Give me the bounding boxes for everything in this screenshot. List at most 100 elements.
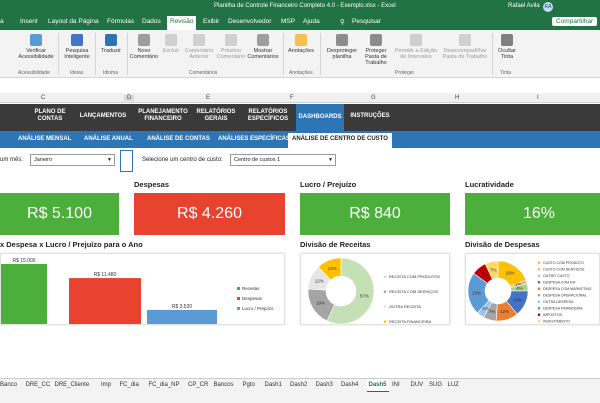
nav-lancamentos[interactable]: LANÇAMENTOS [78,113,128,120]
share-button[interactable]: Compartilhar [552,17,598,26]
unshare-icon [459,34,471,46]
sheet-tab-duv[interactable]: DUV [411,382,424,388]
tab-analises-especificas[interactable]: ANÁLISES ESPECÍFICAS [218,136,290,142]
workbook-lock-icon [370,34,382,46]
sheet-tab-dash3[interactable]: Dash3 [316,382,333,388]
sheet-tab-dash5[interactable]: Dash5 [366,379,389,393]
sheet-tab-bancos[interactable]: Bancos [214,382,234,388]
menu-item-msp[interactable]: MSP [281,18,295,25]
show-comments-button[interactable]: Mostrar Comentários [246,31,280,60]
unshare-workbook-button[interactable]: Desecompartilhar Pasta de Trabalho [440,31,490,60]
delete-comment-button[interactable]: Excluir [159,31,183,54]
legend-marker-2 [383,305,387,308]
selected-cell[interactable] [120,150,133,172]
column-header[interactable]: C [41,95,45,101]
protect-workbook-button[interactable]: Proteger Pasta de Trabalho [358,31,394,66]
sheet-tab-luz[interactable]: LUZ [448,382,459,388]
translate-button[interactable]: Traduzir [97,31,125,54]
nav-relatorios-gerais[interactable]: RELATÓRIOS GERAIS [196,109,236,123]
menu-item-ajuda[interactable]: Ajuda [303,18,320,25]
nav-planejamento[interactable]: PLANEJAMENTO FINANCEIRO [136,109,190,123]
group-label-anotacoes: Anotações [289,70,313,76]
column-header[interactable]: F [290,95,294,101]
sheet-tab-dre-cliente[interactable]: DRE_Cliente [55,382,90,388]
tab-analise-centro-custo[interactable]: ANÁLISE DE CENTRO DE CUSTO [288,133,392,148]
allow-edit-ranges-button[interactable]: Permitir a Edição de Intervalos [394,31,438,60]
notes-button[interactable]: Anotações [286,31,316,54]
tab-analise-contas[interactable]: ANÁLISE DE CONTAS [147,136,210,142]
hide-ink-button[interactable]: Ocultar Tinta [494,31,520,60]
next-comment-button[interactable]: Próximo Comentário [215,31,247,60]
chevron-down-icon: ▼ [107,157,112,163]
sheet-tab-dre-cc[interactable]: DRE_CC [26,382,51,388]
search-box[interactable]: Pesquisar [352,18,381,25]
avatar[interactable]: RA [543,2,553,12]
legend-marker-1 [237,297,240,300]
search-icon[interactable]: ⚲ [340,18,345,26]
menu-item-desenvolvedor[interactable]: Desenvolvedor [228,18,271,25]
sheet-tab-dash1[interactable]: Dash1 [265,382,282,388]
menu-item-home[interactable]: a [0,18,4,25]
month-select[interactable]: Janeiro ▼ [30,154,115,166]
group-label-acessibilidade: Acessibilidade [18,70,50,76]
sheet-tab-pgto[interactable]: Pgto [243,382,255,388]
slice-label-7: 23% [472,291,481,296]
user-name[interactable]: Rafael Avila [508,3,540,9]
card-lucro-value: R$ 840 [300,193,450,235]
menu-item-dados[interactable]: Dados [142,18,161,25]
tab-analise-mensal[interactable]: ANÁLISE MENSAL [18,136,71,142]
sheet-tab-fc-dia-np[interactable]: FC_dia_NP [149,382,180,388]
unprotect-sheet-button[interactable]: Desproteger planilha [326,31,358,60]
sheet-tab-cp-cr[interactable]: CP_CR [188,382,208,388]
column-header[interactable]: I [537,95,539,101]
group-label-ideias: Ideias [70,70,84,76]
sheet-tab-ini[interactable]: INI [392,382,400,388]
menu-item-revisao[interactable]: Revisão [167,16,197,30]
nav-plano-de-contas[interactable]: PLANO DE CONTAS [30,109,70,123]
menu-item-layout[interactable]: Layout da Página [48,18,99,25]
slice-label-0: 57% [360,294,369,299]
sheet-tab-dash2[interactable]: Dash2 [290,382,307,388]
legend-label-3: DESPESA COM RH [543,281,576,285]
notes-icon [295,34,307,46]
column-header[interactable]: G [371,95,376,101]
translate-icon [105,34,117,46]
receitas-chart-title: Divisão de Receitas [300,240,371,249]
card-title-lucro: Lucro / Prejuízo [300,180,357,189]
despesas-donut-chart: 19%CUSTO COM PRODUTO2%CUSTO COM SERVIÇOS… [467,260,592,324]
tab-analise-anual[interactable]: ANÁLISE ANUAL [84,136,133,142]
receitas-chart-panel: 57% RECEITA COM PRODUTOS 19% RECEITA COM SE… [300,253,450,325]
sheet-tab-sug[interactable]: SUG [429,382,442,388]
month-label: um mês: [0,157,24,163]
sheet-tab-imp[interactable]: Imp [101,382,111,388]
check-accessibility-button[interactable]: Verificar Acessibilidade [16,31,56,60]
smart-lookup-button[interactable]: Pesquisa Inteligente [61,31,93,60]
sheet-tab-banco[interactable]: Banco [0,382,17,388]
nav-relatorios-especificos[interactable]: RELATÓRIOS ESPECÍFICOS [242,109,294,123]
legend-marker-1 [383,290,387,293]
sheet-tab-fc-dia[interactable]: FC_dia [120,382,139,388]
legend-label-0: CUSTO COM PRODUTO [543,261,584,265]
legend-label-2: OUTRO CUSTO [543,274,570,278]
slice-label-5: 7% [489,309,496,314]
column-header[interactable]: E [206,95,210,101]
menu-item-formulas[interactable]: Fórmulas [107,18,134,25]
ink-icon [501,34,513,46]
cost-center-select[interactable]: Centro de custos 1 ▼ [230,154,336,166]
column-header[interactable]: H [455,95,459,101]
column-header[interactable]: D [124,95,135,101]
menu-item-exibir[interactable]: Exibir [203,18,219,25]
sheet-tab-dash4[interactable]: Dash4 [341,382,358,388]
comments-icon [257,34,269,46]
nav-dashboards[interactable]: DASHBOARDS [296,104,344,131]
legend-label-4: DESPESA COM MARKETING [543,287,592,291]
slice-label-3: 14% [513,298,522,303]
new-comment-button[interactable]: Novo Comentário [129,31,159,60]
previous-comment-icon [193,34,205,46]
previous-comment-button[interactable]: Comentário Anterior [183,31,215,60]
legend-label-2: Lucro / Prejuízo [242,306,274,311]
dashboard-subnav: ANÁLISE MENSAL ANÁLISE ANUAL ANÁLISE DE … [0,131,600,148]
menu-item-inserir[interactable]: Inserir [20,18,38,25]
sheet-tabs: Banco DRE_CC DRE_Cliente Imp FC_dia FC_dia_NP… [0,378,600,393]
nav-instrucoes[interactable]: INSTRUÇÕES [348,113,392,120]
